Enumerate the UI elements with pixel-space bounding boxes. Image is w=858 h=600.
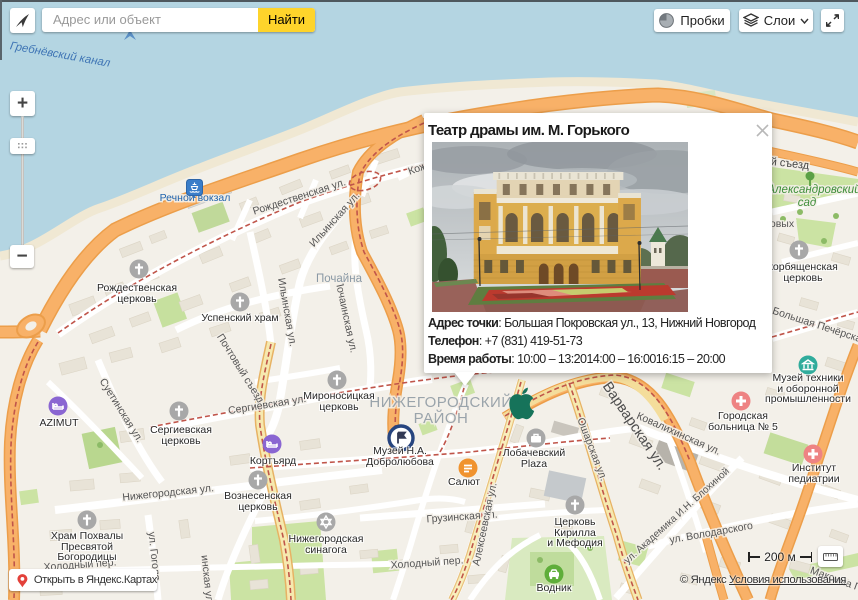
svg-text:Ильинская ул.: Ильинская ул. [307, 190, 362, 250]
svg-text:РАЙОН: РАЙОН [414, 409, 469, 427]
svg-text:Почаинская ул.: Почаинская ул. [332, 278, 359, 354]
svg-text:Холодный пер.: Холодный пер. [390, 554, 464, 571]
svg-text:НИЖЕГОРОДСКИЙ: НИЖЕГОРОДСКИЙ [369, 393, 512, 411]
svg-text:Александровский: Александровский [766, 184, 858, 196]
svg-text:Почайна: Почайна [316, 273, 363, 285]
svg-text:й съезд: й съезд [770, 156, 810, 172]
svg-text:инская ул.: инская ул. [198, 554, 215, 600]
svg-text:ул. Академика И.Н. Блохиной: ул. Академика И.Н. Блохиной [622, 466, 732, 566]
svg-text:овых: овых [770, 218, 795, 230]
svg-text:Сергиевская ул.: Сергиевская ул. [227, 393, 307, 417]
svg-text:ул. Володарского: ул. Володарского [669, 520, 754, 547]
svg-text:Гребнёвский канал: Гребнёвский канал [9, 40, 112, 70]
svg-text:Почтовый съезд: Почтовый съезд [214, 332, 266, 406]
svg-text:Нижегородская ул.: Нижегородская ул. [122, 482, 215, 504]
svg-text:Ильинская ул.: Ильинская ул. [275, 277, 299, 347]
svg-text:Ошарская ул.: Ошарская ул. [574, 416, 609, 483]
svg-text:Большая Печёрская: Большая Печёрская [771, 305, 858, 347]
svg-text:Суетинская ул.: Суетинская ул. [97, 376, 146, 444]
svg-text:Алексеевская ул.: Алексеевская ул. [470, 482, 499, 567]
svg-text:сад: сад [798, 197, 817, 209]
